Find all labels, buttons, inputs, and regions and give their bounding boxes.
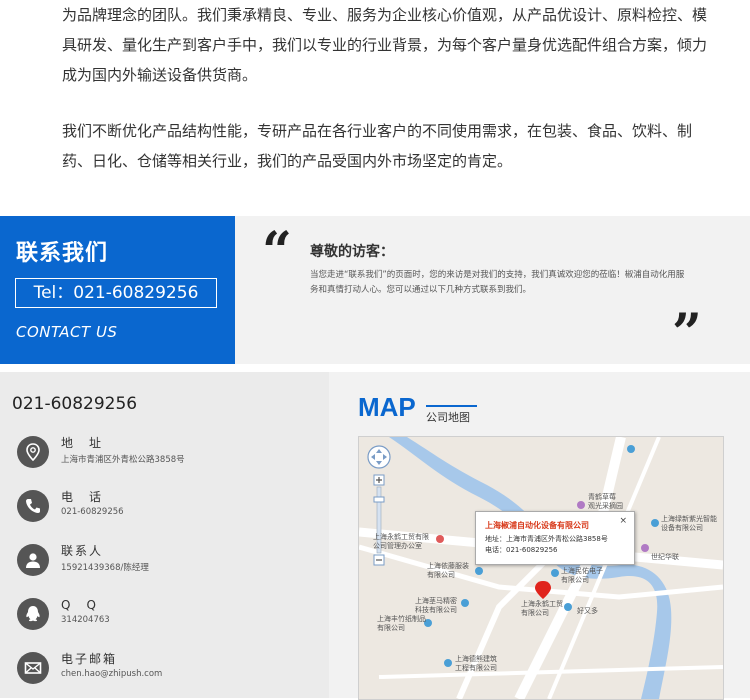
contact-blue-panel: 联系我们 Tel：021-60829256 CONTACT US xyxy=(0,216,235,364)
contact-us-label: CONTACT US xyxy=(16,323,118,341)
info-item-email: 电子邮箱 chen.hao@zhipush.com xyxy=(17,652,317,692)
map-poi: 上海绿新紫光智能 设备有限公司 xyxy=(661,515,717,532)
map-poi: 上海永鹤工贸有限 公司管理办公室 xyxy=(373,533,429,550)
info-value: chen.hao@zhipush.com xyxy=(61,669,163,679)
popup-address: 地址：上海市青浦区外青松公路3858号 xyxy=(485,535,608,543)
map-poi: 世纪华联 xyxy=(651,553,679,561)
zoom-slider-handle[interactable] xyxy=(373,496,385,503)
contact-info-panel: 021-60829256 地 址 上海市青浦区外青松公路3858号 电 话 02… xyxy=(0,372,329,698)
map-poi: 上海茎马精密 科技有限公司 xyxy=(415,597,457,614)
info-item-address: 地 址 上海市青浦区外青松公路3858号 xyxy=(17,436,317,476)
map-subtitle: 公司地图 xyxy=(426,405,477,425)
map-poi: 上海民佑电子 有限公司 xyxy=(561,567,603,584)
info-label: 联系人 xyxy=(61,544,104,558)
contact-title: 联系我们 xyxy=(16,241,109,266)
close-icon[interactable]: × xyxy=(619,516,627,526)
info-label: Q Q xyxy=(61,598,98,612)
intro-paragraph-2: 我们不断优化产品结构性能，专研产品在各行业客户的不同使用需求，在包装、食品、饮料… xyxy=(62,122,693,170)
contact-banner: 联系我们 Tel：021-60829256 CONTACT US “ 尊敬的访客… xyxy=(0,216,750,364)
phone-number-large: 021-60829256 xyxy=(12,394,138,414)
info-label: 地 址 xyxy=(61,436,104,450)
qq-icon xyxy=(17,598,49,630)
info-item-contact-person: 联系人 15921439368/陈经理 xyxy=(17,544,317,584)
map-title: MAP xyxy=(358,392,416,422)
map-info-popup: 上海椒浦自动化设备有限公司 地址：上海市青浦区外青松公路3858号 电话：021… xyxy=(475,511,635,565)
map-poi: 好又多 xyxy=(577,607,598,615)
visitor-text: 当您走进“联系我们”的页面时，您的来访是对我们的支持，我们真诚欢迎您的莅临！椒浦… xyxy=(310,270,685,295)
open-quote-icon: “ xyxy=(262,221,292,282)
close-quote-icon: ” xyxy=(672,303,702,364)
popup-phone: 电话：021-60829256 xyxy=(485,546,558,554)
map-poi: 上海依藤服装 有限公司 xyxy=(427,562,469,579)
map-panel: MAP 公司地图 青鹤草莓 观光采摘园 上海绿新紫光智能 设备有限公司 上海永鹤… xyxy=(329,372,750,700)
map-base-layer xyxy=(359,437,723,699)
info-value: 15921439368/陈经理 xyxy=(61,563,149,573)
person-icon xyxy=(17,544,49,576)
map-poi: 上海德熊建筑 工程有限公司 xyxy=(455,655,497,672)
info-item-qq: Q Q 314204763 xyxy=(17,598,317,638)
info-value: 上海市青浦区外青松公路3858号 xyxy=(61,455,185,465)
location-icon xyxy=(17,436,49,468)
info-label: 电子邮箱 xyxy=(61,652,118,666)
tel-box[interactable]: Tel：021-60829256 xyxy=(15,278,217,308)
info-value: 021-60829256 xyxy=(61,507,124,517)
map-poi: 青鹤草莓 观光采摘园 xyxy=(588,493,623,510)
intro-paragraph-1: 为品牌理念的团队。我们秉承精良、专业、服务为企业核心价值观，从产品优设计、原料检… xyxy=(62,6,708,84)
popup-title: 上海椒浦自动化设备有限公司 xyxy=(485,521,589,530)
map-poi: 上海永鹤工贸 有限公司 xyxy=(521,600,563,617)
mail-icon xyxy=(17,652,49,684)
map-poi: 上海丰竹纸制品 有限公司 xyxy=(377,615,426,632)
info-value: 314204763 xyxy=(61,615,110,625)
info-item-phone: 电 话 021-60829256 xyxy=(17,490,317,530)
info-label: 电 话 xyxy=(61,490,104,504)
phone-icon xyxy=(17,490,49,522)
map-view[interactable]: 青鹤草莓 观光采摘园 上海绿新紫光智能 设备有限公司 上海永鹤工贸有限 公司管理办公室… xyxy=(358,436,724,700)
visitor-title: 尊敬的访客： xyxy=(310,244,394,260)
